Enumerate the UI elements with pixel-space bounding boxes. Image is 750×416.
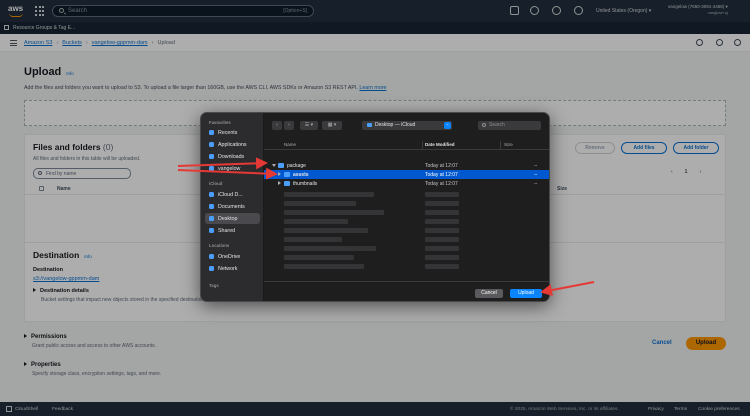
folder-icon [284, 172, 290, 177]
sidebar-item-documents[interactable]: Documents [205, 201, 260, 212]
sidebar-item-recents[interactable]: Recents [205, 127, 260, 138]
finder-sidebar: Favourites Recents Applications Download… [201, 113, 264, 301]
sidebar-item-network[interactable]: Network [205, 263, 260, 274]
section-locations: Locations [209, 243, 230, 248]
file-row-assets[interactable]: assets Today at 12:07 -- [264, 170, 549, 179]
cloud-icon [209, 192, 214, 197]
dialog-cancel-button[interactable]: Cancel [475, 289, 503, 298]
network-icon [209, 266, 214, 271]
sidebar-item-shared[interactable]: Shared [205, 225, 260, 236]
list-view-button[interactable]: ☰ ▾ [300, 121, 318, 130]
location-popup[interactable]: Desktop — iCloud ⌃ [362, 121, 452, 130]
forward-button[interactable]: › [284, 121, 294, 130]
sidebar-item-desktop[interactable]: Desktop [205, 213, 260, 224]
finder-search-input[interactable]: Search [478, 121, 541, 130]
shared-folder-icon [209, 228, 214, 233]
grid-view-button[interactable]: ▦ ▾ [322, 121, 342, 130]
finder-main: ‹ › ☰ ▾ ▦ ▾ Desktop — iCloud ⌃ Search Na… [264, 113, 549, 301]
sidebar-item-onedrive[interactable]: OneDrive [205, 251, 260, 262]
search-icon [482, 122, 486, 127]
section-tags: Tags [209, 283, 219, 288]
cloud-icon [209, 254, 214, 259]
dialog-upload-button[interactable]: Upload [510, 289, 542, 298]
document-icon [209, 204, 214, 209]
desktop-icon [209, 216, 214, 221]
home-icon [209, 166, 214, 171]
sidebar-item-icloud-drive[interactable]: iCloud D... [205, 189, 260, 200]
column-name[interactable]: Name [284, 142, 296, 147]
file-row-package[interactable]: package Today at 12:07 -- [264, 161, 549, 170]
column-date-modified[interactable]: Date Modified [425, 142, 455, 147]
file-picker-dialog: Favourites Recents Applications Download… [200, 112, 550, 302]
finder-bottom-bar: Cancel Upload [264, 281, 549, 301]
sidebar-item-downloads[interactable]: Downloads [205, 151, 260, 162]
sidebar-item-user[interactable]: vangelow [205, 163, 260, 174]
disclosure-open-icon[interactable] [272, 164, 276, 167]
applications-icon [209, 142, 214, 147]
section-favourites: Favourites [209, 120, 231, 125]
section-icloud: iCloud [209, 181, 223, 186]
finder-column-header: Name Date Modified Size [264, 140, 549, 150]
chevron-updown-icon: ⌃ [444, 122, 451, 129]
file-row-thumbnails[interactable]: thumbnails Today at 12:07 -- [264, 179, 549, 188]
disclosure-closed-icon[interactable] [278, 181, 281, 185]
column-size[interactable]: Size [504, 142, 513, 147]
download-icon [209, 154, 214, 159]
disclosure-closed-icon[interactable] [278, 172, 281, 176]
folder-icon [284, 181, 290, 186]
folder-icon [278, 163, 284, 168]
folder-icon [367, 122, 372, 127]
sidebar-item-applications[interactable]: Applications [205, 139, 260, 150]
clock-icon [209, 130, 214, 135]
back-button[interactable]: ‹ [272, 121, 282, 130]
